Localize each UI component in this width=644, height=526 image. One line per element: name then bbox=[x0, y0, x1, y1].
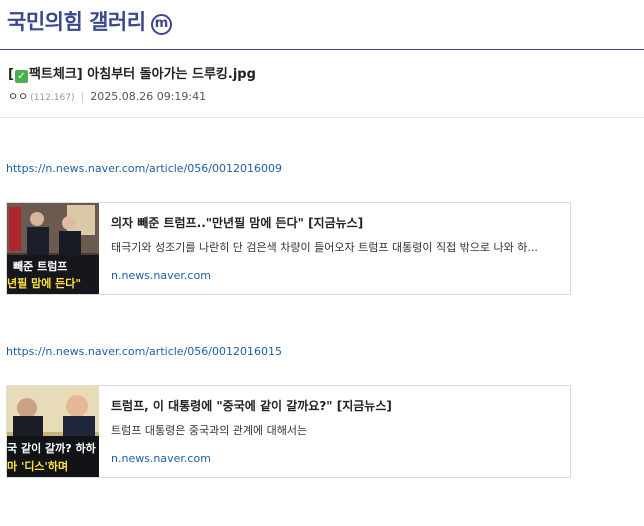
link-preview-domain-2: n.news.naver.com bbox=[111, 452, 211, 465]
link-preview-headline-1[interactable]: 의자 빼준 트럼프.."만년필 맘에 든다" [지금뉴스] bbox=[111, 215, 363, 231]
link-preview-thumbnail-1: 빼준 트럼프 년필 맘에 든다" bbox=[7, 203, 99, 294]
author-ip: (112.167) bbox=[30, 93, 75, 103]
link-preview-domain-1: n.news.naver.com bbox=[111, 269, 211, 282]
meta-separator: | bbox=[80, 90, 85, 103]
link-preview-description-2: 트럼프 대통령은 중국과의 관계에 대해서는 bbox=[111, 424, 308, 437]
link-preview-thumbnail-2: 국 같이 갈까? 하하 마 '디스'하며 bbox=[7, 386, 99, 477]
gallery-header: 국민의힘 갤러리 m bbox=[0, 0, 644, 50]
check-mark-icon: ✓ bbox=[14, 70, 28, 83]
post-head-label: 팩트체크] bbox=[28, 67, 83, 82]
link-preview-card-1[interactable]: 빼준 트럼프 년필 맘에 든다" 의자 빼준 트럼프.."만년필 맘에 든다" … bbox=[6, 202, 571, 295]
thumb-caption-top-2: 국 같이 갈까? 하하 bbox=[7, 441, 97, 455]
post-title: [✓ 팩트체크] 아침부터 돌아가는 드루킹.jpg bbox=[8, 66, 256, 84]
thumb-caption-top-1: 빼준 트럼프 bbox=[13, 259, 67, 273]
article-link-1[interactable]: https://n.news.naver.com/article/056/001… bbox=[6, 162, 282, 175]
thumb-caption-bottom-2: 마 '디스'하며 bbox=[7, 459, 68, 473]
article-link-2[interactable]: https://n.news.naver.com/article/056/001… bbox=[6, 345, 282, 358]
minor-gallery-badge-icon: m bbox=[151, 14, 172, 35]
post-head-open: [ bbox=[8, 67, 14, 82]
post-date: 2025.08.26 09:19:41 bbox=[90, 90, 207, 103]
post-meta: ㅇㅇ (112.167) | 2025.08.26 09:19:41 bbox=[8, 89, 206, 106]
link-preview-description-1: 태극기와 성조기를 나란히 단 검은색 차량이 들어오자 트럼프 대통령이 직접… bbox=[111, 241, 538, 254]
author-nickname[interactable]: ㅇㅇ bbox=[8, 90, 28, 103]
thumb-caption-bottom-1: 년필 맘에 든다" bbox=[7, 276, 81, 290]
gallery-title[interactable]: 국민의힘 갤러리 bbox=[7, 8, 146, 36]
link-preview-headline-2[interactable]: 트럼프, 이 대통령에 "중국에 같이 갈까요?" [지금뉴스] bbox=[111, 398, 392, 414]
content-divider bbox=[0, 117, 644, 118]
link-preview-card-2[interactable]: 국 같이 갈까? 하하 마 '디스'하며 트럼프, 이 대통령에 "중국에 같이… bbox=[6, 385, 571, 478]
post-title-text: 아침부터 돌아가는 드루킹.jpg bbox=[87, 67, 256, 82]
